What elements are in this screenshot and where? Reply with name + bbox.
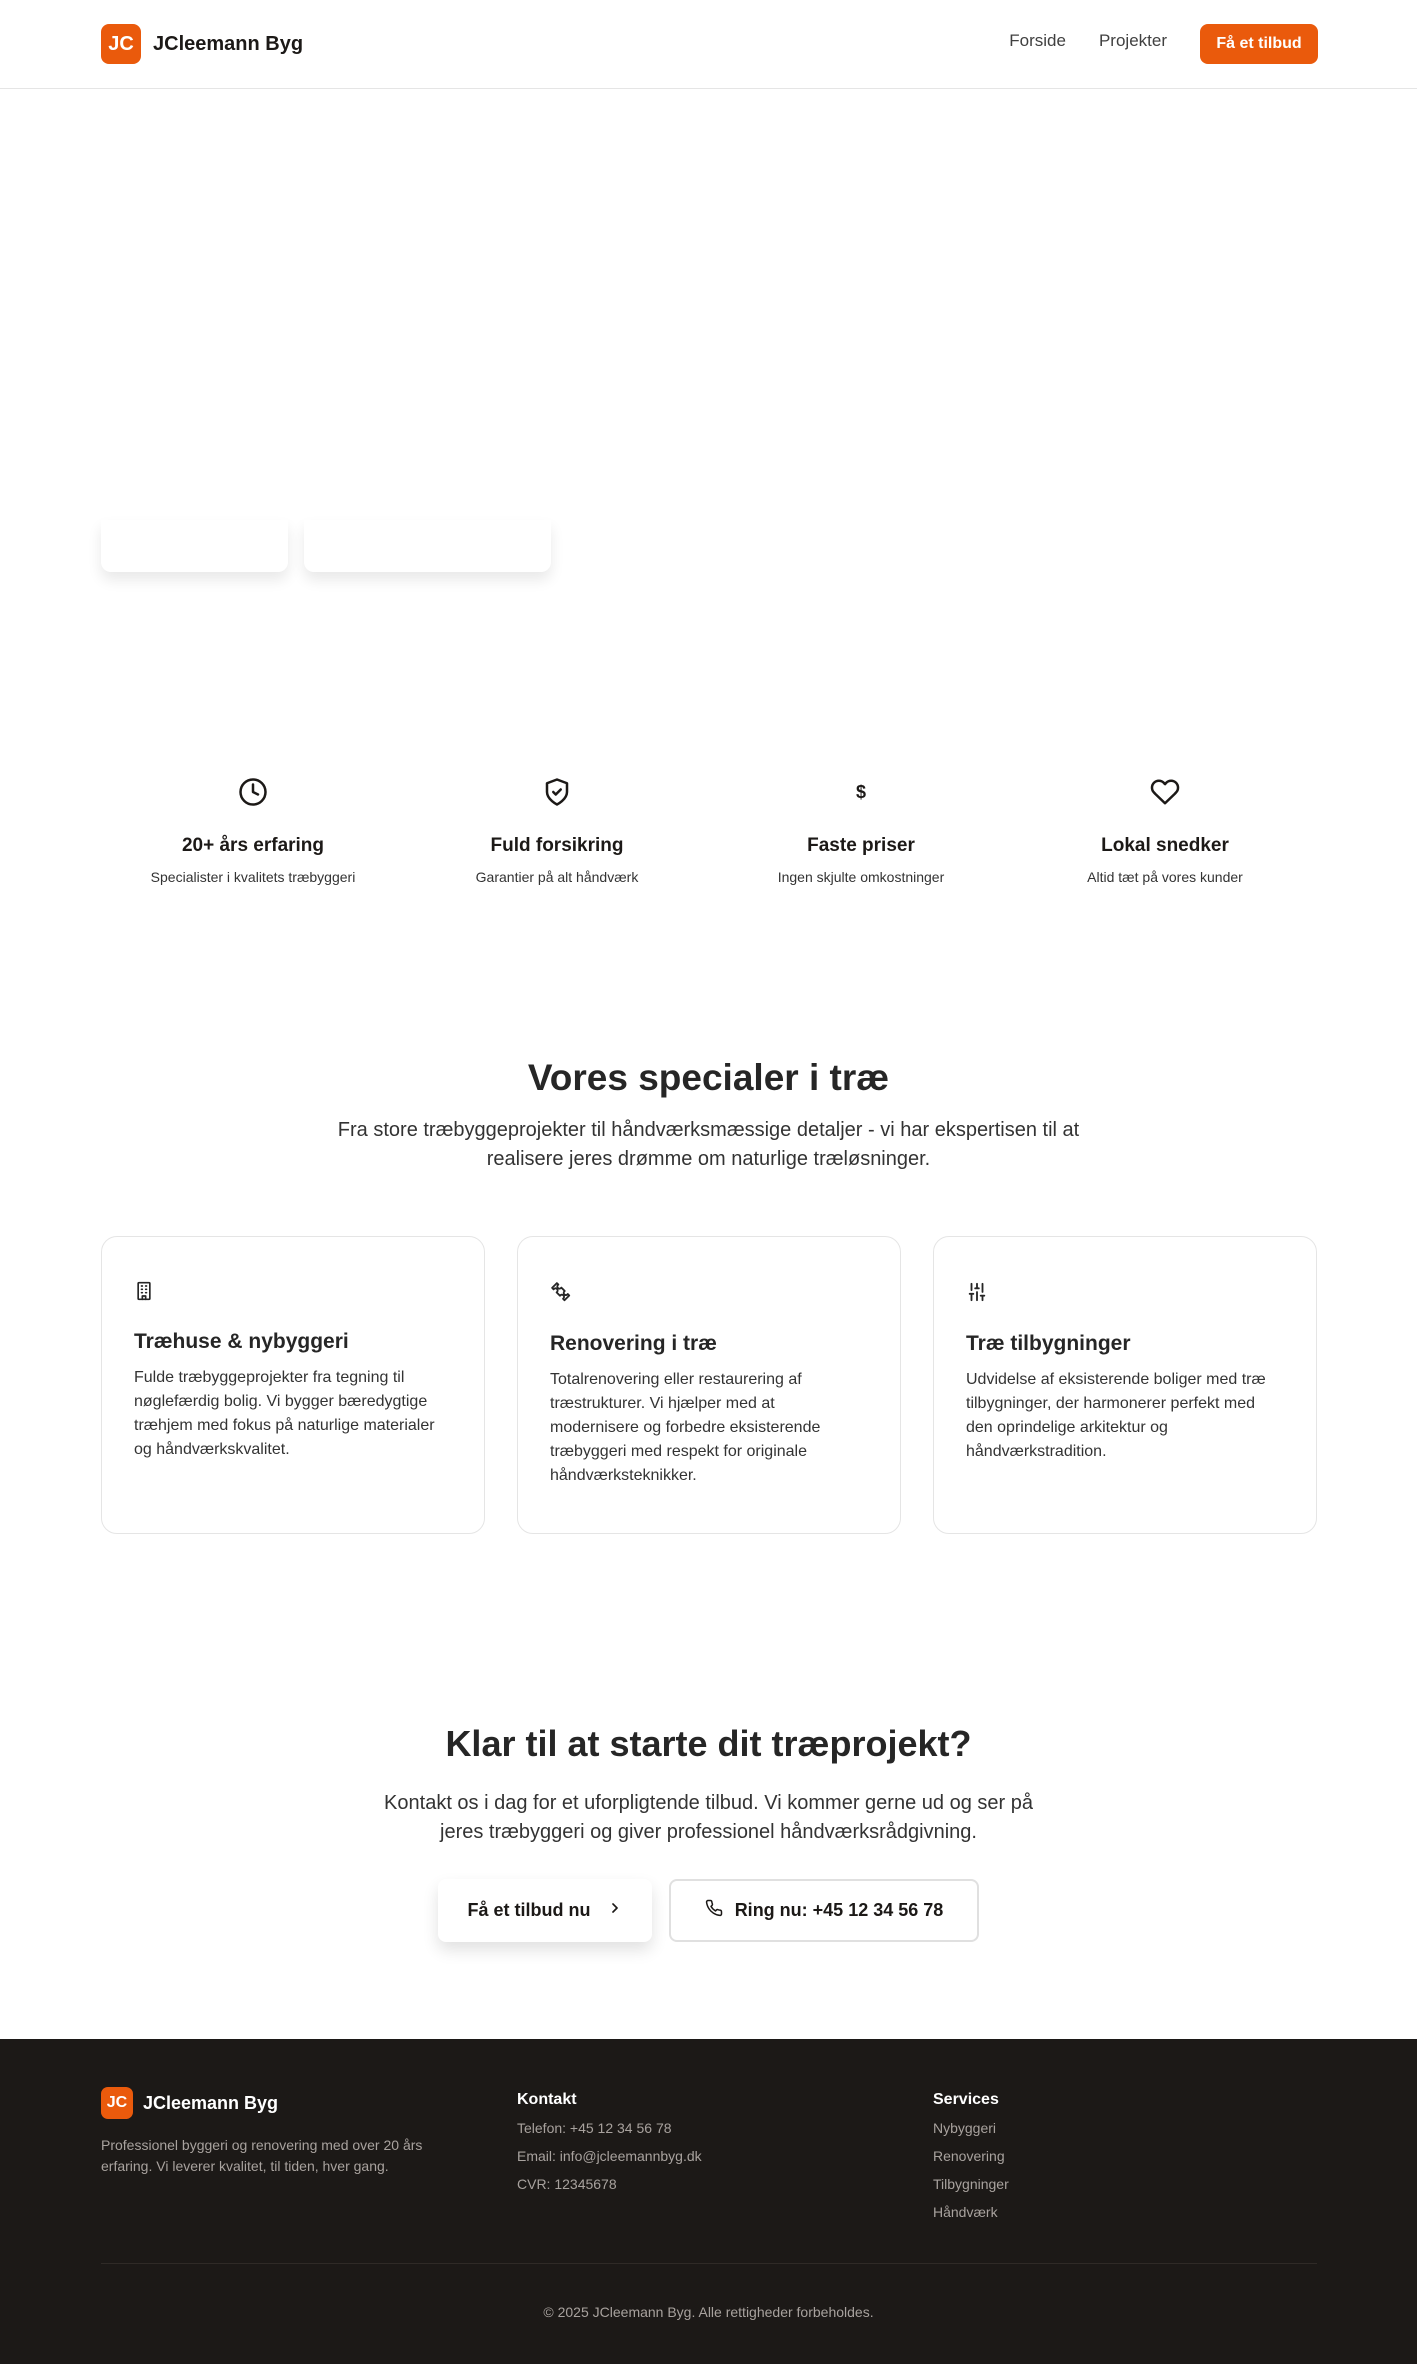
get-quote-now-button[interactable]: Få et tilbud nu xyxy=(438,1879,652,1942)
site-footer: JC JCleemann Byg Professionel byggeri og… xyxy=(0,2039,1417,2364)
footer-email[interactable]: Email: info@jcleemannbyg.dk xyxy=(517,2147,702,2165)
footer-link-tilbygninger[interactable]: Tilbygninger xyxy=(933,2175,1009,2193)
card-title: Træ tilbygninger xyxy=(966,1332,1131,1355)
footer-heading: Services xyxy=(933,2091,999,2108)
logo[interactable]: JC JCleemann Byg xyxy=(101,24,303,64)
cta-title: Klar til at starte dit træprojekt? xyxy=(445,1723,972,1764)
logo-badge: JC xyxy=(101,2087,133,2119)
footer-logo[interactable]: JC JCleemann Byg xyxy=(101,2087,471,2119)
footer-divider xyxy=(101,2263,1317,2264)
feature-desc: Specialister i kvalitets træbyggeri xyxy=(150,869,356,885)
footer-desc: Professionel byggeri og renovering med o… xyxy=(101,2137,423,2174)
clock-icon xyxy=(236,775,270,809)
card-desc: Fulde træbyggeprojekter fra tegning til … xyxy=(134,1369,435,1458)
page: JC JCleemann Byg Forside Projekter Få et… xyxy=(0,0,1417,2364)
nav-link-projekter[interactable]: Projekter xyxy=(1099,31,1167,51)
feature-title: Faste priser xyxy=(807,835,915,856)
cta-buttons: Få et tilbud nu Ring nu: +45 12 34 56 78 xyxy=(438,1879,979,1942)
dollar-icon: $ xyxy=(855,781,866,802)
hero-card xyxy=(304,520,551,572)
footer-heading: Kontakt xyxy=(517,2091,577,2108)
footer-brand: JC JCleemann Byg Professionel byggeri og… xyxy=(101,2087,471,2177)
feature-item: Fuld forsikring Garantier på alt håndvær… xyxy=(405,775,709,885)
specials-title: Vores specialer i træ xyxy=(527,1057,890,1098)
call-now-button[interactable]: Ring nu: +45 12 34 56 78 xyxy=(669,1879,979,1942)
hero-card xyxy=(101,520,288,572)
features-section: 20+ års erfaring Specialister i kvalitet… xyxy=(101,775,1317,885)
card-title: Renovering i træ xyxy=(550,1332,717,1355)
cta-subtitle: Kontakt os i dag for et uforpligtende ti… xyxy=(384,1792,1033,1843)
feature-desc: Altid tæt på vores kunder xyxy=(1087,869,1243,885)
service-card: Renovering i træ Totalrenovering eller r… xyxy=(517,1236,901,1534)
sliders-icon xyxy=(966,1282,988,1307)
brand-name: JCleemann Byg xyxy=(143,2092,279,2113)
feature-desc: Garantier på alt håndværk xyxy=(475,869,639,885)
feature-title: 20+ års erfaring xyxy=(181,835,325,856)
service-card: Træhuse & nybyggeri Fulde træbyggeprojek… xyxy=(101,1236,485,1534)
get-quote-button[interactable]: Få et tilbud xyxy=(1200,24,1318,64)
heart-icon xyxy=(1148,775,1182,809)
shield-check-icon xyxy=(540,775,574,809)
footer-link-nybyggeri[interactable]: Nybyggeri xyxy=(933,2119,1009,2137)
card-desc: Udvidelse af eksisterende boliger med tr… xyxy=(966,1371,1266,1460)
button-label: Få et tilbud nu xyxy=(467,1900,591,1920)
logo-badge: JC xyxy=(101,24,141,64)
footer-cvr: CVR: 12345678 xyxy=(517,2176,617,2192)
feature-title: Fuld forsikring xyxy=(490,835,624,856)
specials-cards: Træhuse & nybyggeri Fulde træbyggeprojek… xyxy=(101,1236,1317,1534)
brand-name: JCleemann Byg xyxy=(153,32,304,55)
feature-item: 20+ års erfaring Specialister i kvalitet… xyxy=(101,775,405,885)
feature-title: Lokal snedker xyxy=(1101,835,1229,856)
button-label: Ring nu: +45 12 34 56 78 xyxy=(734,1900,944,1920)
nav-link-forside[interactable]: Forside xyxy=(1009,31,1066,51)
phone-icon xyxy=(705,1899,723,1922)
footer-link-renovering[interactable]: Renovering xyxy=(933,2147,1009,2165)
site-header: JC JCleemann Byg Forside Projekter Få et… xyxy=(0,0,1417,89)
main-nav: Forside Projekter Få et tilbud xyxy=(1009,24,1318,64)
feature-desc: Ingen skjulte omkostninger xyxy=(777,869,945,885)
feature-item: $ Faste priser Ingen skjulte omkostninge… xyxy=(709,775,1013,886)
chevron-right-icon xyxy=(607,1900,623,1921)
puzzle-icon xyxy=(550,1282,572,1307)
feature-item: Lokal snedker Altid tæt på vores kunder xyxy=(1013,775,1317,885)
footer-services: Services Nybyggeri Renovering Tilbygning… xyxy=(933,2087,1009,2221)
footer-phone[interactable]: Telefon: +45 12 34 56 78 xyxy=(517,2119,702,2137)
card-title: Træhuse & nybyggeri xyxy=(134,1330,349,1353)
copyright: © 2025 JCleemann Byg. Alle rettigheder f… xyxy=(543,2304,874,2320)
footer-contact: Kontakt Telefon: +45 12 34 56 78 Email: … xyxy=(517,2087,702,2193)
building-icon xyxy=(134,1281,154,1305)
card-desc: Totalrenovering eller restaurering af tr… xyxy=(550,1371,821,1484)
service-card: Træ tilbygninger Udvidelse af eksisteren… xyxy=(933,1236,1317,1534)
footer-link-handvaerk[interactable]: Håndværk xyxy=(933,2203,1009,2221)
specials-subtitle: Fra store træbyggeprojekter til håndværk… xyxy=(337,1119,1080,1170)
